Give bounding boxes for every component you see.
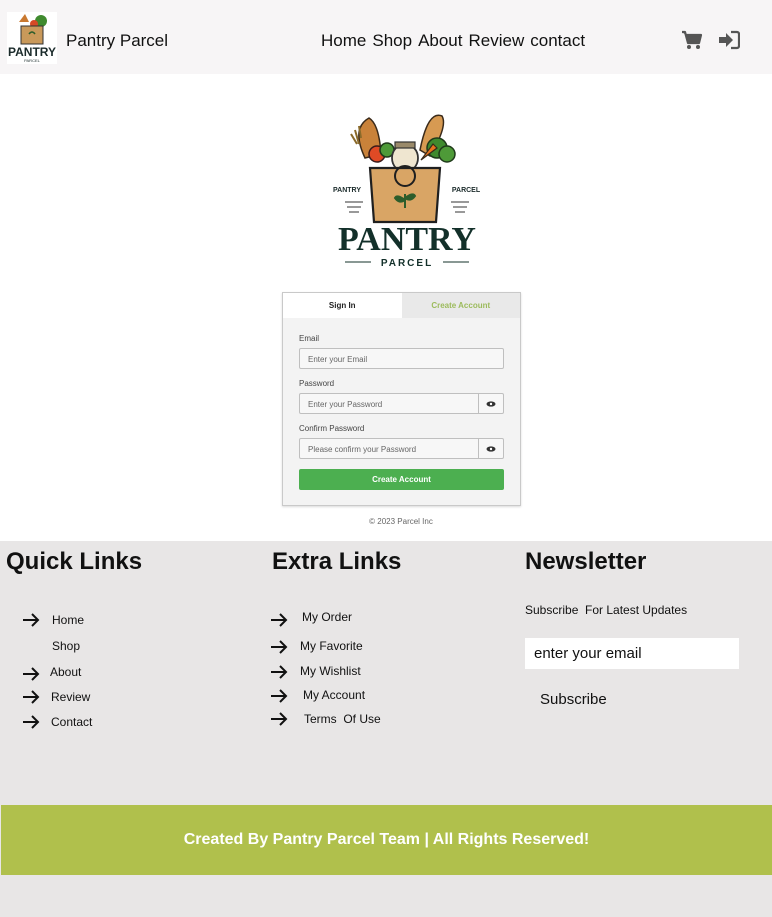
quick-link-contact[interactable]: Contact [51, 715, 92, 729]
main-content: PANTRY PARCEL PANTRY PARCEL Sign In Crea… [0, 74, 772, 541]
newsletter-email-input[interactable] [525, 638, 739, 669]
login-icon[interactable] [718, 29, 740, 51]
email-label: Email [299, 334, 320, 343]
extra-link-terms-of-use[interactable]: Terms Of Use [304, 712, 381, 726]
arrow-right-icon [271, 689, 288, 703]
arrow-right-icon [271, 665, 288, 679]
arrow-right-icon [271, 712, 288, 726]
cart-icon[interactable] [681, 29, 703, 51]
svg-text:PANTRY: PANTRY [338, 221, 476, 258]
nav-shop[interactable]: Shop [372, 31, 412, 51]
pantry-parcel-logo: PANTRY PARCEL PANTRY PARCEL [333, 114, 481, 269]
svg-text:PARCEL: PARCEL [24, 58, 40, 63]
svg-text:PANTRY: PANTRY [8, 45, 56, 59]
footer-credit-bar: Created By Pantry Parcel Team | All Righ… [1, 805, 772, 875]
quick-link-review[interactable]: Review [51, 690, 90, 704]
svg-text:PARCEL: PARCEL [381, 258, 433, 269]
confirm-password-label: Confirm Password [299, 424, 365, 433]
quick-link-home[interactable]: Home [52, 613, 84, 627]
logo-icon[interactable]: PANTRY PARCEL [7, 12, 57, 64]
copyright-text: © 2023 Parcel Inc [369, 517, 433, 526]
quick-link-about[interactable]: About [50, 665, 81, 679]
extra-link-my-favorite[interactable]: My Favorite [300, 639, 363, 653]
password-label: Password [299, 379, 335, 388]
confirm-password-placeholder: Please confirm your Password [308, 445, 417, 454]
email-field[interactable]: Enter your Email [299, 348, 504, 369]
nav-contact[interactable]: contact [530, 31, 585, 51]
password-field[interactable]: Enter your Password [299, 393, 504, 414]
arrow-right-icon [271, 613, 288, 627]
auth-card: Sign In Create Account Email Enter your … [282, 292, 521, 506]
create-account-form: Email Enter your Email Password Enter yo… [283, 318, 520, 490]
footer-credit-text: Created By Pantry Parcel Team | All Righ… [183, 831, 590, 848]
svg-text:PANTRY: PANTRY [333, 187, 361, 194]
subscribe-button[interactable]: Subscribe [540, 691, 607, 708]
extra-link-my-wishlist[interactable]: My Wishlist [300, 664, 361, 678]
tab-sign-in[interactable]: Sign In [283, 293, 402, 318]
quick-link-shop[interactable]: Shop [52, 639, 80, 653]
confirm-password-field[interactable]: Please confirm your Password [299, 438, 504, 459]
arrow-right-icon [23, 613, 40, 627]
arrow-right-icon [271, 640, 288, 654]
password-placeholder: Enter your Password [308, 400, 383, 409]
nav-review[interactable]: Review [469, 31, 525, 51]
extra-links-title: Extra Links [272, 548, 402, 575]
newsletter-text: Subscribe For Latest Updates [525, 603, 688, 617]
show-password-eye-icon[interactable] [478, 394, 503, 413]
main-nav: Home Shop About Review contact [321, 31, 591, 51]
newsletter-title: Newsletter [525, 548, 647, 575]
brand-name[interactable]: Pantry Parcel [66, 31, 168, 51]
extra-link-my-account[interactable]: My Account [303, 688, 365, 702]
nav-home[interactable]: Home [321, 31, 366, 51]
arrow-right-icon [23, 667, 40, 681]
auth-tabs: Sign In Create Account [283, 293, 520, 318]
tab-create-account[interactable]: Create Account [401, 293, 520, 318]
nav-about[interactable]: About [418, 31, 462, 51]
create-account-button[interactable]: Create Account [299, 469, 504, 490]
arrow-right-icon [23, 715, 40, 729]
arrow-right-icon [23, 690, 40, 704]
extra-link-my-order[interactable]: My Order [302, 610, 352, 624]
site-header: PANTRY PARCEL Pantry Parcel Home Shop Ab… [0, 0, 772, 74]
email-placeholder: Enter your Email [308, 355, 368, 364]
show-confirm-password-eye-icon[interactable] [478, 439, 503, 458]
svg-text:PARCEL: PARCEL [452, 187, 481, 194]
quick-links-title: Quick Links [6, 548, 143, 575]
